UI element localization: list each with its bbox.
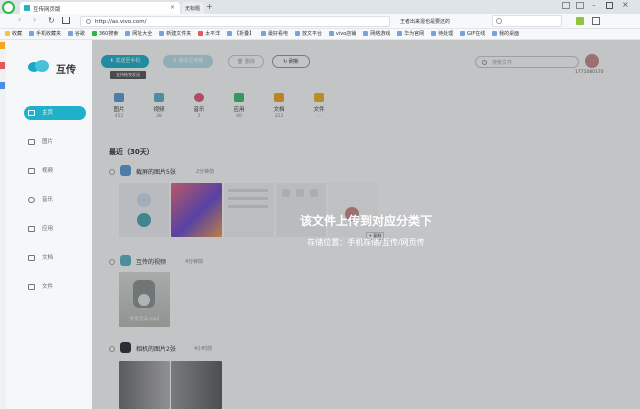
minimize-icon[interactable]: – [592, 1, 596, 9]
bookmark-icon [198, 31, 204, 36]
side-tool-icon[interactable] [0, 82, 5, 89]
bookmark-item[interactable]: 【折叠】 [227, 29, 254, 39]
bookmark-item[interactable]: 360搜索 [91, 29, 118, 39]
tab-label: 无标题 [185, 6, 201, 12]
maximize-icon[interactable] [606, 2, 613, 9]
bookmark-item[interactable]: 待处理 [431, 29, 453, 39]
tab-favicon-icon [24, 5, 30, 11]
nav-item-music[interactable]: 音乐 [24, 193, 86, 207]
window-controls: – × [562, 0, 634, 11]
search-icon [496, 18, 502, 24]
bookmark-icon [294, 31, 300, 36]
side-tool-icon[interactable] [0, 62, 5, 69]
bookmark-item[interactable]: 最好看电 [261, 29, 288, 39]
bookmark-icon [261, 31, 267, 36]
bookmark-icon [492, 31, 498, 36]
home-icon[interactable] [62, 17, 70, 24]
overlay-message: 该文件上传到对应分类下 [299, 214, 432, 228]
video-icon [28, 168, 35, 174]
bookmark-item[interactable]: 华为官网 [397, 29, 424, 39]
bookmark-icon [159, 31, 165, 36]
tab-label: 互传网页版 [33, 7, 61, 13]
forward-icon[interactable]: › [33, 15, 36, 24]
bookmark-item[interactable]: 收藏 [5, 29, 22, 39]
folder-icon [28, 284, 35, 290]
bookmark-icon [328, 31, 334, 36]
bookmark-item[interactable]: GIF在线 [460, 29, 485, 39]
bookmarks-bar: 收藏 手机收藏夹 谷歌 360搜索 网址大全 新建文件夹 太平洋 【折叠】 最好… [0, 29, 640, 40]
news-ticker[interactable]: 王者出来混也是要还的 [398, 16, 498, 27]
tab-close-icon[interactable]: × [170, 4, 175, 11]
browser-titlebar: 互传网页版 × 无标题 + – × [0, 0, 640, 14]
bookmark-item[interactable]: 手机收藏夹 [28, 29, 61, 39]
bookmark-item[interactable]: 网址大全 [125, 29, 152, 39]
bookmark-item[interactable]: vivo店铺 [328, 29, 356, 39]
browser-logo-icon [2, 1, 15, 14]
nav-item-docs[interactable]: 文档 [24, 251, 86, 265]
app-logo-icon [28, 60, 50, 74]
bookmark-icon [28, 31, 34, 36]
new-tab-button[interactable]: + [206, 2, 213, 11]
window-skin-icon[interactable] [576, 2, 584, 9]
refresh-icon[interactable]: ↻ [48, 16, 55, 25]
apps-icon [28, 226, 35, 232]
tab-hutchuan[interactable]: 互传网页版 × [20, 2, 180, 14]
home-icon [28, 110, 35, 116]
navigation-bar: ‹ › ↻ http://as.vivo.com/ 王者出来混也是要还的 [0, 14, 640, 29]
bookmark-icon [397, 31, 403, 36]
bookmark-icon [67, 31, 73, 36]
document-icon [28, 255, 35, 261]
close-window-icon[interactable]: × [622, 0, 629, 9]
bookmark-icon [227, 31, 233, 36]
bookmark-item[interactable]: 太平洋 [198, 29, 220, 39]
nav-item-images[interactable]: 图片 [24, 135, 86, 149]
bookmark-item[interactable]: 谷歌 [67, 29, 85, 39]
tab-untitled[interactable]: 无标题 [182, 2, 204, 14]
bookmark-item[interactable]: 新建文件夹 [159, 29, 191, 39]
back-icon[interactable]: ‹ [18, 15, 21, 24]
bookmark-icon [431, 31, 437, 36]
bookmark-item[interactable]: 我的桌面 [492, 29, 519, 39]
bookmark-icon [363, 31, 369, 36]
news-text: 王者出来混也是要还的 [400, 19, 451, 25]
nav-item-apps[interactable]: 应用 [24, 222, 86, 236]
address-bar[interactable]: http://as.vivo.com/ [80, 16, 390, 27]
nav-item-videos[interactable]: 视频 [24, 164, 86, 178]
bookmark-icon [125, 31, 131, 36]
browser-search-box[interactable] [492, 15, 562, 27]
bookmark-item[interactable]: 放文平台 [294, 29, 322, 39]
window-menu-icon[interactable] [562, 2, 570, 9]
star-icon [5, 31, 10, 36]
image-icon [28, 139, 35, 145]
app-title: 互传 [56, 65, 76, 76]
nav-item-home[interactable]: 主页 [24, 106, 86, 120]
menu-icon[interactable] [592, 17, 600, 25]
app-sidebar: 互传 主页 图片 视频 音乐 应用 文档 文件 [6, 40, 92, 409]
bookmark-icon [91, 31, 97, 36]
side-tool-icon[interactable] [0, 42, 5, 49]
bookmark-item[interactable]: 网络游戏 [363, 29, 390, 39]
globe-icon [86, 19, 91, 24]
overlay-storage-path: 存储位置：手机存储/互传/网页传 [307, 238, 425, 247]
nav-item-files[interactable]: 文件 [24, 280, 86, 294]
music-icon [28, 197, 35, 203]
extension-icon[interactable] [576, 17, 584, 25]
url-text: http://as.vivo.com/ [95, 18, 147, 25]
bookmark-icon [460, 31, 466, 36]
